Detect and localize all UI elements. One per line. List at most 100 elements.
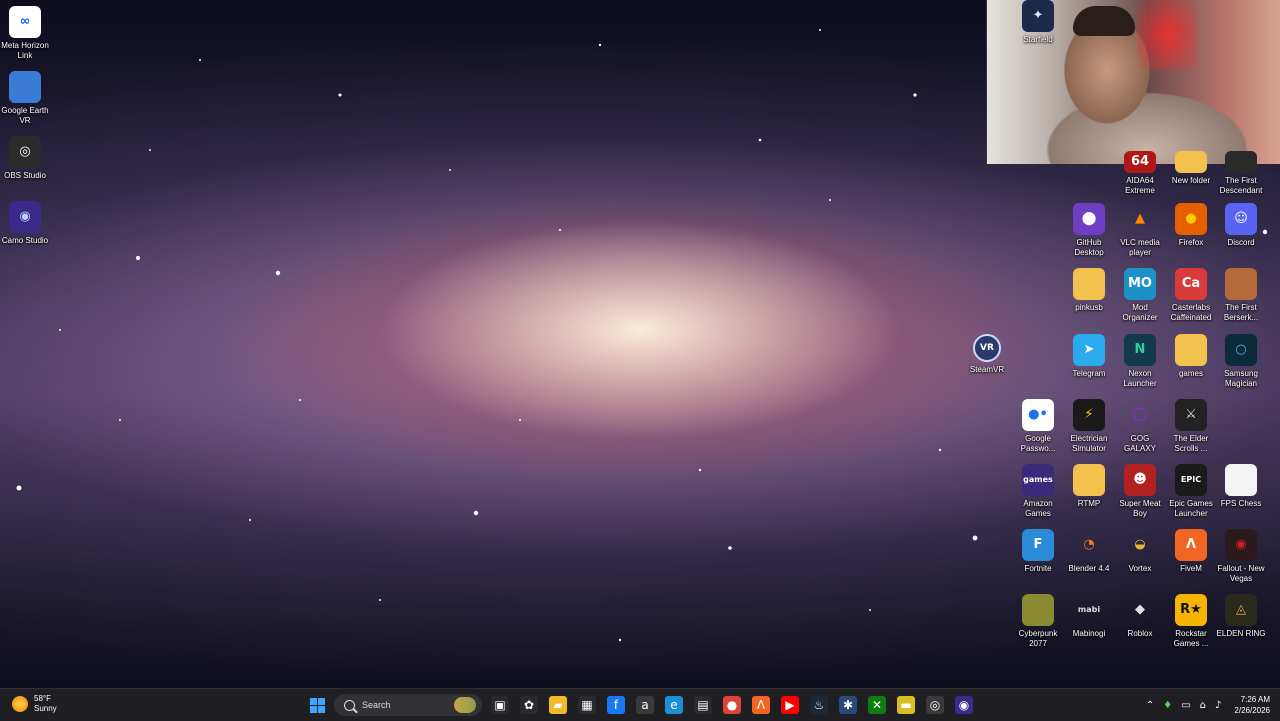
- xbox-icon: ✕: [868, 696, 886, 714]
- weather-condition: Sunny: [34, 704, 57, 713]
- desktop-icon-skyrim[interactable]: ⚔ The Elder Scrolls ...: [1166, 399, 1216, 454]
- desktop-icon-game[interactable]: Cyberpunk 2077: [1013, 594, 1063, 649]
- google-earth-icon: [9, 71, 41, 103]
- camo-icon: ◉: [9, 201, 41, 233]
- desktop-icon-3[interactable]: ◉ Camo Studio: [0, 201, 50, 246]
- copilot-icon: ✿: [520, 696, 538, 714]
- desktop-icon-nexon[interactable]: N Nexon Launcher: [1115, 334, 1165, 389]
- volume-icon[interactable]: ♪: [1215, 700, 1221, 711]
- taskbar-amazon-button[interactable]: a: [633, 693, 657, 717]
- desktop-icon-folder[interactable]: New folder: [1166, 151, 1216, 186]
- desktop-icon-label: The First Descendant: [1219, 176, 1263, 195]
- desktop-icon-folder[interactable]: pinkusb: [1064, 268, 1114, 313]
- desktop-icon-1[interactable]: Google Earth VR: [0, 71, 50, 126]
- taskbar-steam-button[interactable]: ♨: [807, 693, 831, 717]
- facebook-icon: f: [607, 696, 625, 714]
- amazon-games-icon: games: [1022, 464, 1054, 496]
- desktop-icon-label: Fallout - New Vegas: [1217, 564, 1265, 583]
- desktop-icon-google-password[interactable]: ●• Google Passwo...: [1013, 399, 1063, 454]
- desktop-icon-label: FiveM: [1180, 564, 1202, 573]
- amazon-icon: a: [636, 696, 654, 714]
- desktop-icon-label: Nexon Launcher: [1123, 369, 1157, 388]
- desktop-icon-label: Google Earth VR: [1, 106, 49, 125]
- taskbar-task-view-button[interactable]: ▣: [488, 693, 512, 717]
- taskbar-microsoft-store-button[interactable]: ▦: [575, 693, 599, 717]
- desktop-icon-steamvr[interactable]: VR SteamVR: [962, 334, 1012, 375]
- rockstar-icon: R★: [1175, 594, 1207, 626]
- taskbar-youtube-button[interactable]: ▶: [778, 693, 802, 717]
- desktop-icon-game[interactable]: mabi Mabinogi: [1064, 594, 1114, 639]
- desktop-icon-discord[interactable]: ☺ Discord: [1216, 203, 1266, 248]
- taskbar-edge-button[interactable]: e: [662, 693, 686, 717]
- network-icon[interactable]: ⌂: [1200, 700, 1206, 711]
- microphone-icon[interactable]: ♦: [1163, 700, 1172, 711]
- search-highlight-icon: [454, 697, 476, 713]
- desktop-icon-game[interactable]: The First Descendant: [1216, 151, 1266, 196]
- desktop-icon-2[interactable]: ◎ OBS Studio: [0, 136, 50, 181]
- taskbar-file-explorer-button[interactable]: ▰: [546, 693, 570, 717]
- start-button[interactable]: [305, 693, 329, 717]
- desktop-icon-label: VLC media player: [1120, 238, 1160, 257]
- desktop-icon-game[interactable]: ✦ Starfield: [1013, 0, 1063, 45]
- taskbar-chrome-button[interactable]: ●: [720, 693, 744, 717]
- taskbar-camo-button[interactable]: ◉: [952, 693, 976, 717]
- desktop-icon-game[interactable]: ⚡ Electrician Simulator: [1064, 399, 1114, 454]
- search-box[interactable]: Search: [334, 694, 482, 716]
- telegram-icon: ➤: [1073, 334, 1105, 366]
- desktop-icon-github[interactable]: ⬤ GitHub Desktop: [1064, 203, 1114, 258]
- desktop-icon-vortex[interactable]: ◒ Vortex: [1115, 529, 1165, 574]
- taskbar-copilot-button[interactable]: ✿: [517, 693, 541, 717]
- desktop-icon-epic-games[interactable]: EPIC Epic Games Launcher: [1166, 464, 1216, 519]
- clock[interactable]: 7:26 AM 2/26/2026: [1234, 694, 1270, 716]
- firefox-icon: ●: [1175, 203, 1207, 235]
- desktop-icon-game[interactable]: ◬ ELDEN RING: [1216, 594, 1266, 639]
- desktop-icon-label: Cyberpunk 2077: [1018, 629, 1058, 648]
- casterlabs-icon: Ca: [1175, 268, 1207, 300]
- desktop-icon-mod-organizer[interactable]: MO Mod Organizer: [1115, 268, 1165, 323]
- app-icon: ✱: [839, 696, 857, 714]
- desktop-icon-casterlabs[interactable]: Ca Casterlabs Caffeinated: [1166, 268, 1216, 323]
- taskbar-calculator-button[interactable]: ▤: [691, 693, 715, 717]
- desktop-icon-blender[interactable]: ◔ Blender 4.4: [1064, 529, 1114, 574]
- desktop-icon-aida64[interactable]: 64 AIDA64 Extreme: [1115, 151, 1165, 196]
- desktop-icon-rockstar[interactable]: R★ Rockstar Games ...: [1166, 594, 1216, 649]
- game-icon: mabi: [1077, 605, 1101, 614]
- desktop-icon-vlc[interactable]: ▲ VLC media player: [1115, 203, 1165, 258]
- desktop-icon-telegram[interactable]: ➤ Telegram: [1064, 334, 1114, 379]
- fivem-icon: Λ: [1175, 529, 1207, 561]
- obs-icon: ◎: [926, 696, 944, 714]
- desktop-icon-fivem[interactable]: Λ FiveM: [1166, 529, 1216, 574]
- desktop-icon-game[interactable]: ☻ Super Meat Boy: [1115, 464, 1165, 519]
- desktop-icon-amazon-games[interactable]: games Amazon Games: [1013, 464, 1063, 519]
- taskbar-app-button[interactable]: ✱: [836, 693, 860, 717]
- taskbar-fivem-button[interactable]: Λ: [749, 693, 773, 717]
- desktop-icon-label: The Elder Scrolls ...: [1173, 434, 1209, 453]
- desktop-icon-label: Meta Horizon Link: [1, 41, 49, 60]
- discord-icon: ☺: [1225, 203, 1257, 235]
- sun-icon: [12, 696, 28, 712]
- desktop-icon-roblox[interactable]: ◆ Roblox: [1115, 594, 1165, 639]
- desktop-icon-fortnite[interactable]: F Fortnite: [1013, 529, 1063, 574]
- pinned-apps: ▣ ✿ ▰ ▦ f a e ▤ ● Λ ▶ ♨ ✱ ✕ ▬ ◎ ◉: [488, 693, 981, 717]
- taskbar-obs-button[interactable]: ◎: [923, 693, 947, 717]
- taskbar-facebook-button[interactable]: f: [604, 693, 628, 717]
- desktop-icon-firefox[interactable]: ● Firefox: [1166, 203, 1216, 248]
- desktop-icon-file[interactable]: FPS Chess: [1216, 464, 1266, 509]
- taskbar-xbox-button[interactable]: ✕: [865, 693, 889, 717]
- desktop-icon-game[interactable]: The First Berserk...: [1216, 268, 1266, 323]
- desktop-icon-0[interactable]: ∞ Meta Horizon Link: [0, 6, 50, 61]
- desktop-icon-gog[interactable]: ◯ GOG GALAXY: [1115, 399, 1165, 454]
- display-icon[interactable]: ▭: [1181, 700, 1190, 711]
- desktop-icon-game[interactable]: ◉ Fallout - New Vegas: [1216, 529, 1266, 584]
- taskbar-sticky-button[interactable]: ▬: [894, 693, 918, 717]
- weather-widget[interactable]: 58°F Sunny: [12, 694, 57, 714]
- desktop-icon-folder[interactable]: games: [1166, 334, 1216, 379]
- task-view-icon: ▣: [491, 696, 509, 714]
- desktop-icon-folder[interactable]: RTMP: [1064, 464, 1114, 509]
- game-icon: [1225, 268, 1257, 300]
- chevron-up-icon[interactable]: ⌃: [1146, 700, 1154, 711]
- desktop-icon-label: Samsung Magician: [1224, 369, 1258, 388]
- desktop-icon-samsung-magician[interactable]: ○ Samsung Magician: [1216, 334, 1266, 389]
- google-password-icon: ●•: [1022, 399, 1054, 431]
- github-icon: ⬤: [1073, 203, 1105, 235]
